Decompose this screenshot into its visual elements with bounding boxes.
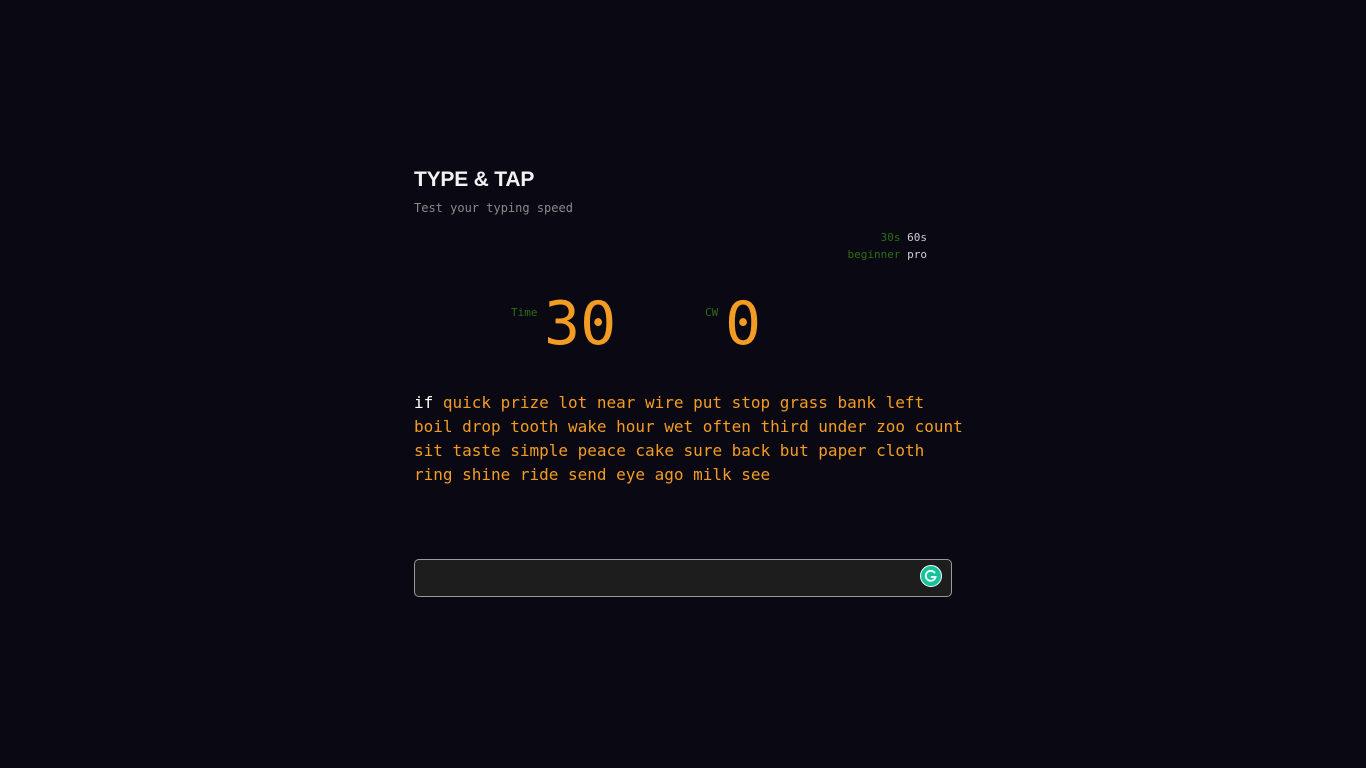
- level-options: beginner pro: [848, 246, 927, 263]
- word: zoo: [876, 417, 905, 436]
- time-value: 30: [544, 289, 617, 359]
- word: left: [885, 393, 925, 412]
- word-line: sit taste simple peace cake sure back but paper c…: [414, 439, 959, 463]
- word: quick: [442, 393, 492, 412]
- word: ride: [519, 465, 559, 484]
- word: back: [731, 441, 771, 460]
- word: milk: [693, 465, 732, 484]
- test-options: 30s 60s beginner pro: [848, 229, 927, 263]
- word: stop: [731, 393, 771, 412]
- cw-label: CW: [705, 306, 719, 319]
- duration-60s-option[interactable]: 60s: [907, 231, 927, 244]
- word: lot: [558, 393, 588, 412]
- word: taste: [452, 441, 501, 460]
- word: cloth: [876, 441, 925, 460]
- word-list: if quick prize lot near wire put stop grass bank l…: [414, 391, 963, 487]
- word: ring: [414, 465, 453, 484]
- word: but: [779, 441, 809, 460]
- word: drop: [462, 417, 501, 436]
- word: simple: [510, 441, 569, 460]
- word-line: if quick prize lot near wire put stop grass bank l…: [414, 391, 959, 415]
- page-subtitle: Test your typing speed: [414, 201, 573, 215]
- word: peace: [577, 441, 626, 460]
- word: boil: [414, 417, 453, 436]
- level-pro-option[interactable]: pro: [907, 248, 927, 261]
- word: wet: [664, 417, 694, 436]
- word: bank: [837, 393, 877, 412]
- word: ago: [654, 465, 684, 484]
- word: shine: [462, 465, 511, 484]
- time-label: Time: [511, 306, 538, 319]
- grammarly-icon[interactable]: [920, 565, 942, 587]
- word: hour: [616, 417, 655, 436]
- word: count: [914, 417, 963, 436]
- word: prize: [500, 393, 549, 412]
- word: wire: [645, 393, 684, 412]
- word: third: [760, 417, 809, 436]
- word: often: [702, 417, 751, 436]
- duration-options: 30s 60s: [848, 229, 927, 246]
- word: wake: [568, 417, 607, 436]
- page-title: TYPE & TAP: [414, 168, 535, 191]
- current-word: if: [414, 393, 434, 412]
- word-line: boil drop tooth wake hour wet often third under z…: [414, 415, 963, 439]
- typing-input-container: [414, 559, 952, 598]
- word: sit: [414, 441, 443, 460]
- cw-value: 0: [725, 289, 762, 359]
- word: see: [741, 465, 771, 484]
- typing-input[interactable]: [423, 560, 917, 598]
- word: paper: [818, 441, 867, 460]
- word: tooth: [510, 417, 559, 436]
- word: near: [596, 393, 636, 412]
- word: sure: [683, 441, 723, 460]
- word: cake: [635, 441, 674, 460]
- word: send: [568, 465, 607, 484]
- word: under: [818, 417, 867, 436]
- word: eye: [616, 465, 646, 484]
- duration-30s-option[interactable]: 30s: [881, 231, 901, 244]
- level-beginner-option[interactable]: beginner: [848, 248, 901, 261]
- word: grass: [779, 393, 828, 412]
- word-line: ring shine ride send eye ago milk see: [414, 463, 959, 487]
- word: put: [693, 393, 723, 412]
